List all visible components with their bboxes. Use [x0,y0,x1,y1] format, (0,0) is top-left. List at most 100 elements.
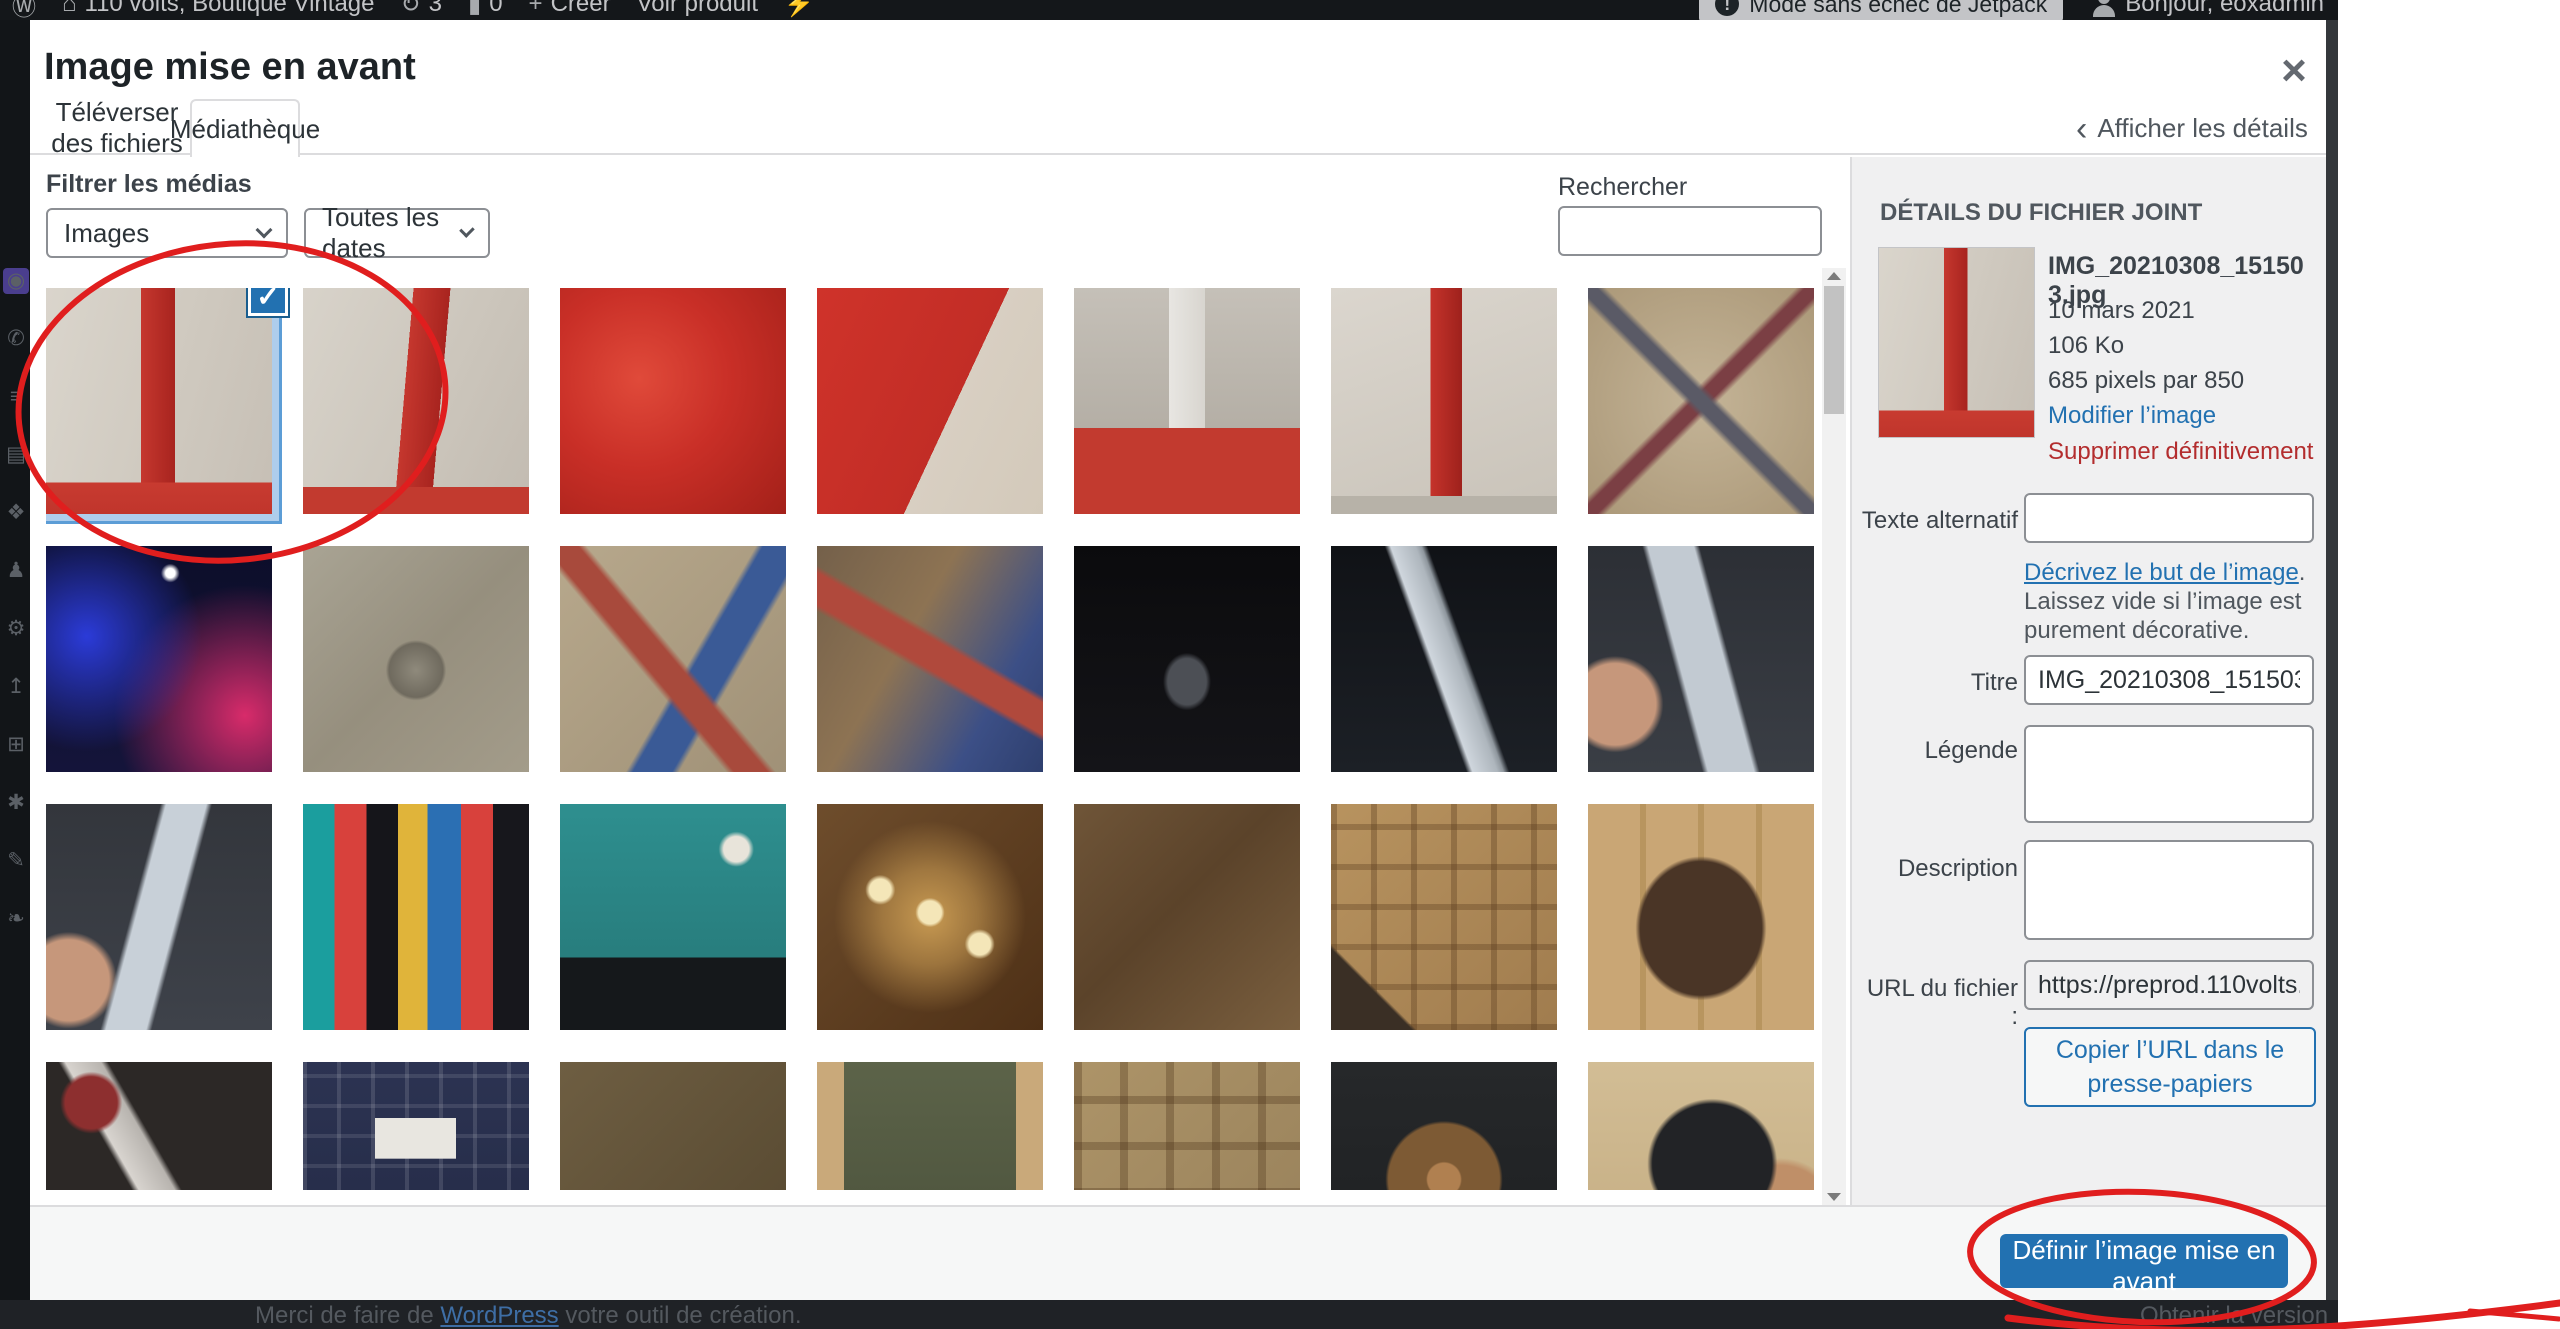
media-thumbnail-hand-holding-dark-disc[interactable] [1588,1062,1814,1190]
scrollbar-thumb[interactable] [1824,286,1844,414]
media-thumbnail-brown-jacket-on-wood[interactable] [1588,804,1814,1030]
jetpack-icon[interactable]: ⚡ [784,0,814,19]
media-thumbnail-stone-wall-metal-rings[interactable] [303,546,529,772]
admin-menu-icon-3: ▤ [3,442,29,468]
alt-help-line-2: Laissez vide si l’image est [2024,588,2301,616]
jetpack-safe-mode-chip[interactable]: ! Mode sans échec de Jetpack [1699,0,2063,20]
media-date-filter[interactable]: Toutes les dates [304,208,490,258]
footer-thanks: Merci de faire de WordPress votre outil … [255,1302,802,1329]
media-thumbnail-jacket-pocket-macro[interactable] [560,1062,786,1190]
describe-purpose-link[interactable]: Décrivez le but de l’image [2024,559,2299,586]
media-thumbnail-red-bottle-top[interactable] [817,288,1043,514]
caption-textarea[interactable] [2024,725,2314,823]
view-label: Voir produit [637,0,758,18]
edit-image-link[interactable]: Modifier l’image [2048,402,2216,430]
wp-admin-bar: Ⓦ ⌂ 110 volts, Boutique Vintage ↻ 3 ▮ 0 … [0,0,2338,20]
admin-bar-updates[interactable]: ↻ 3 [401,0,442,19]
tab-media-library[interactable]: Médiathèque [190,99,300,157]
red-tail-line-2 [2470,1311,2559,1319]
caption-label: Légende [1858,737,2018,765]
selected-check-icon[interactable]: ✓ [248,288,288,316]
alt-help-period: . [2299,559,2306,586]
media-thumbnail-hand-holding-metal-feather-2[interactable] [46,804,272,1030]
home-icon: ⌂ [62,0,77,18]
delete-permanently-link[interactable]: Supprimer définitivement [2048,438,2313,466]
wordpress-logo-icon[interactable]: Ⓦ [12,0,36,20]
attachment-date: 10 mars 2021 [2048,297,2195,325]
chevron-down-icon [256,222,273,239]
media-thumbnail-cinema-storefront[interactable] [560,804,786,1030]
wordpress-link[interactable]: WordPress [440,1302,558,1329]
attachment-size: 106 Ko [2048,332,2124,360]
admin-menu-icon-7: ↥ [3,674,29,700]
media-thumbnail-red-bottle-macro[interactable] [560,288,786,514]
attachment-dimensions: 685 pixels par 850 [2048,367,2244,395]
new-label: Créer [551,0,611,18]
attachment-details-sidebar: DÉTAILS DU FICHIER JOINT IMG_20210308_15… [1850,157,2326,1205]
admin-menu-icon-2: ≡ [3,384,29,410]
set-featured-image-button[interactable]: Définir l’image mise en avant [2000,1234,2288,1288]
plus-icon: + [529,0,543,18]
media-thumbnail-swiss-knife-sculpture-2[interactable] [303,288,529,514]
search-label: Rechercher [1558,173,1687,202]
greeting: Bonjour, eoxadmin [2125,0,2324,18]
scroll-up-arrow-icon[interactable] [1822,268,1846,284]
overlay-right-edge [2326,20,2338,1329]
description-textarea[interactable] [2024,840,2314,940]
media-thumbnail-swiss-knife-sculpture-selected[interactable]: ✓ [46,288,272,514]
close-icon[interactable]: × [2266,42,2322,98]
media-thumbnail-navy-shirt-barbour-label[interactable] [303,1062,529,1190]
media-thumbnail-blade-macro-dark[interactable] [1331,546,1557,772]
scroll-down-arrow-icon[interactable] [1822,1189,1846,1205]
admin-menu-icon-4: ❖ [3,500,29,526]
show-details-label: Afficher les détails [2097,113,2308,144]
media-thumbnail-painted-star-stone[interactable] [560,546,786,772]
title-input[interactable] [2024,655,2314,705]
chevron-left-icon: ‹ [2076,116,2087,142]
search-input[interactable] [1558,206,1822,256]
media-thumbnail-metal-star-stone-wall[interactable] [1588,288,1814,514]
media-type-filter[interactable]: Images [46,208,288,258]
update-icon: ↻ [401,0,421,19]
copy-url-button[interactable]: Copier l’URL dans le presse-papiers [2024,1027,2316,1107]
media-thumbnail-african-mask-plate[interactable] [1331,1062,1557,1190]
admin-bar-account[interactable]: Bonjour, eoxadmin [2091,0,2324,18]
comment-count: 0 [489,0,502,18]
media-thumbnail-green-wax-jacket-on-wood[interactable] [817,1062,1043,1190]
media-thumbnail-swiss-knife-open-tools[interactable] [1331,288,1557,514]
show-details-link[interactable]: ‹ Afficher les détails [2070,112,2314,145]
grid-scrollbar[interactable] [1822,268,1846,1205]
featured-image-modal: Image mise en avant × Téléverser des fic… [30,20,2326,1300]
thanks-suffix: votre outil de création. [559,1302,802,1329]
admin-bar-view-product[interactable]: Voir produit [637,0,758,18]
media-type-value: Images [64,218,149,249]
media-date-value: Toutes les dates [322,202,462,264]
admin-bar-comments[interactable]: ▮ 0 [468,0,503,19]
description-label: Description [1858,855,2018,883]
alt-text-input[interactable] [2024,493,2314,543]
admin-menu-icon-6: ⚙ [3,616,29,642]
media-thumbnail-zipper-macro[interactable] [46,1062,272,1190]
media-thumbnail-skateboard-art[interactable] [303,804,529,1030]
modal-tabs: Téléverser des fichiers Médiathèque [30,99,2326,155]
title-label: Titre [1858,669,2018,697]
admin-bar-site-link[interactable]: ⌂ 110 volts, Boutique Vintage [62,0,375,18]
footer-version[interactable]: Obtenir la version 5 [2140,1302,2338,1329]
media-grid: ✓ [46,288,1821,1190]
admin-menu-rail: ◉✆≡▤❖♟⚙↥⊞✱✎❧ [0,20,30,1329]
media-thumbnail-sputnik-chandelier[interactable] [817,804,1043,1030]
media-thumbnail-brown-wax-jacket-macro[interactable] [1074,804,1300,1030]
admin-menu-icon-0: ◉ [3,268,29,294]
file-url-input[interactable] [2024,960,2314,1010]
media-thumbnail-victorinox-trophy[interactable] [1074,288,1300,514]
admin-bar-new[interactable]: + Créer [529,0,611,18]
media-thumbnail-hand-holding-metal-feather[interactable] [1588,546,1814,772]
media-thumbnail-star-sculpture-lights[interactable] [46,546,272,772]
media-thumbnail-metal-sculpture-dark[interactable] [1074,546,1300,772]
media-thumbnail-weathered-wood-star[interactable] [817,546,1043,772]
media-thumbnail-jacket-plaid-lining[interactable] [1331,804,1557,1030]
admin-menu-icon-10: ✎ [3,848,29,874]
media-grid-viewport: ✓ [46,288,1821,1190]
media-thumbnail-plaid-lining-macro[interactable] [1074,1062,1300,1190]
page: Ⓦ ⌂ 110 volts, Boutique Vintage ↻ 3 ▮ 0 … [0,0,2560,1329]
